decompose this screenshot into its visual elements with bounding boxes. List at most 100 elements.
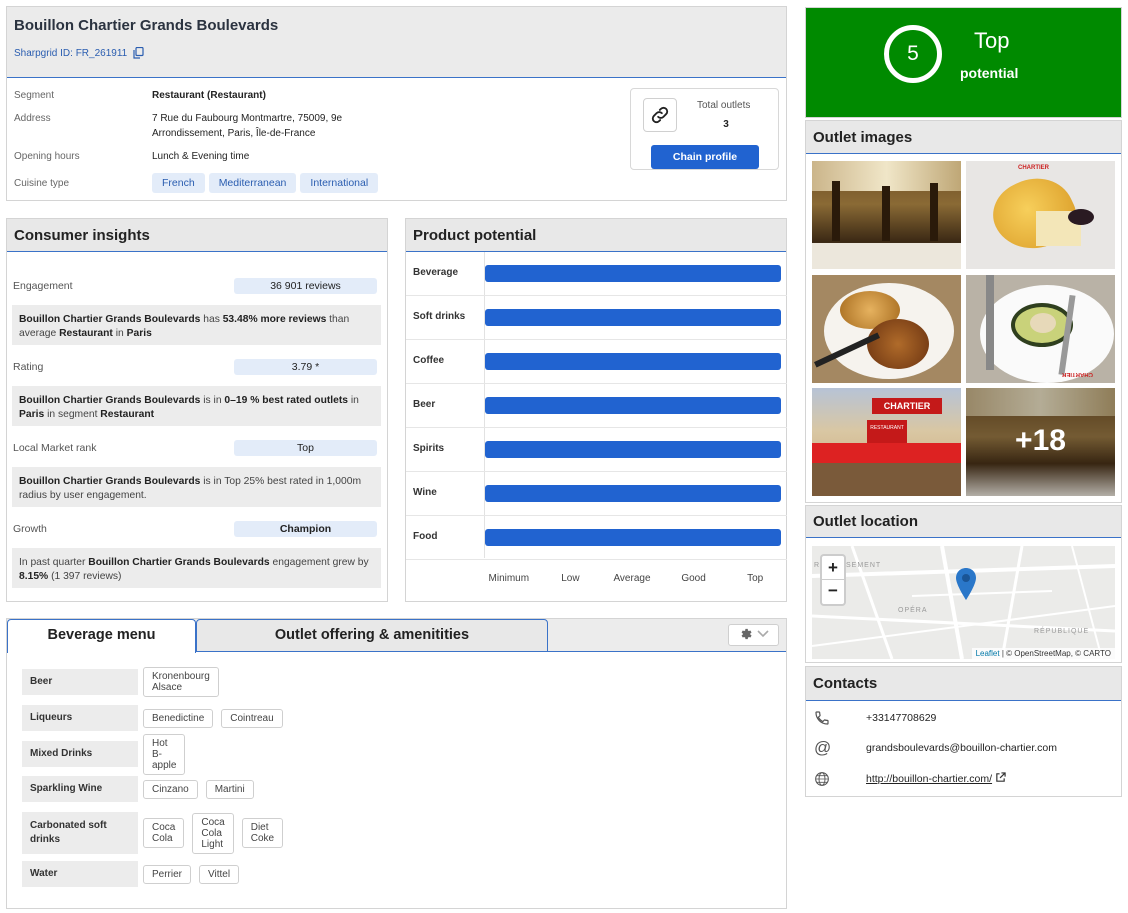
contact-email: @ grandsboulevards@bouillon-chartier.com	[814, 738, 1057, 758]
outlet-photo[interactable]: CHARTIER	[966, 161, 1115, 269]
scale-label: Low	[561, 573, 580, 584]
tab-outlet-offering[interactable]: Outlet offering & amenitities	[196, 619, 548, 652]
zoom-out-button[interactable]: −	[822, 580, 844, 604]
map-label: RÉPUBLIQUE	[1034, 628, 1090, 635]
chain-card: Total outlets 3 Chain profile	[630, 88, 779, 170]
map[interactable]: RO SEMENT OPÉRA RÉPUBLIQUE + − Leaflet |…	[812, 546, 1115, 659]
potential-row: Wine	[406, 472, 787, 516]
gear-icon	[739, 627, 753, 644]
contact-website: http://bouillon-chartier.com/	[814, 769, 1006, 789]
menu-category: Beer	[22, 669, 138, 695]
potential-bar	[485, 353, 781, 370]
rating-text: Bouillon Chartier Grands Boulevards is i…	[12, 386, 381, 426]
menu-item-chip: Kronenbourg Alsace	[143, 667, 219, 697]
potential-row-label: Food	[413, 531, 438, 542]
outlet-info-panel: Bouillon Chartier Grands Boulevards Shar…	[6, 6, 787, 201]
map-pin-icon[interactable]	[956, 568, 976, 600]
outlet-photo[interactable]: CHARTIER	[966, 275, 1115, 383]
potential-scale: Minimum Low Average Good Top	[478, 573, 786, 584]
rating-label: Rating	[13, 361, 44, 373]
map-label: OPÉRA	[898, 607, 928, 614]
at-sign-icon: @	[814, 738, 832, 757]
menu-category: Water	[22, 861, 138, 887]
external-link-icon[interactable]	[995, 772, 1006, 786]
zoom-control: + −	[820, 554, 846, 606]
scale-label: Average	[613, 573, 651, 584]
menu-items: Benedictine Cointreau	[143, 705, 291, 731]
potential-row-label: Spirits	[413, 443, 445, 454]
menu-items: Kronenbourg Alsace	[143, 667, 227, 697]
map-attribution: Leaflet | © OpenStreetMap, © CARTO	[971, 648, 1115, 659]
growth-value: Champion	[234, 521, 377, 537]
total-outlets-label: Total outlets	[697, 100, 751, 111]
outlet-images-title: Outlet images	[806, 121, 1121, 154]
menu-item-chip: Diet Coke	[241, 818, 284, 848]
potential-row: Beer	[406, 384, 787, 428]
engagement-label: Engagement	[13, 280, 73, 292]
plate-sign: CHARTIER	[1018, 165, 1049, 171]
map-label: SEMENT	[846, 562, 882, 569]
potential-bar	[485, 397, 781, 414]
outlet-photo[interactable]	[812, 275, 961, 383]
menu-item-chip: Benedictine	[143, 708, 214, 728]
chain-profile-button[interactable]: Chain profile	[651, 145, 759, 169]
potential-bar	[485, 441, 781, 458]
rank-label: Local Market rank	[13, 442, 97, 454]
outlet-id-label: Sharpgrid ID: FR_261911	[14, 47, 128, 59]
menu-category: Liqueurs	[22, 705, 138, 731]
zoom-in-button[interactable]: +	[822, 556, 844, 580]
more-photos-count: +18	[1015, 424, 1066, 457]
contacts-panel: Contacts +33147708629 @ grandsboulevards…	[805, 666, 1122, 797]
hours-value: Lunch & Evening time	[152, 151, 250, 162]
outlet-photo[interactable]	[812, 161, 961, 269]
growth-label: Growth	[13, 523, 47, 535]
copy-icon[interactable]	[133, 46, 144, 59]
website-link[interactable]: http://bouillon-chartier.com/	[866, 773, 992, 785]
plate-sign: CHARTIER	[1062, 371, 1093, 377]
potential-row: Coffee	[406, 340, 787, 384]
outlet-photo[interactable]: CHARTIER RESTAURANT	[812, 388, 961, 496]
outlet-location-title: Outlet location	[806, 506, 1121, 538]
scale-label: Good	[681, 573, 706, 584]
engagement-text: Bouillon Chartier Grands Boulevards has …	[12, 305, 381, 345]
potential-bar	[485, 309, 781, 326]
chain-link-icon	[643, 98, 677, 132]
phone-icon	[814, 710, 866, 726]
chevron-down-icon	[756, 629, 769, 641]
outlet-photo-more[interactable]: +18	[966, 388, 1115, 496]
segment-label: Segment	[14, 90, 55, 101]
address-label: Address	[14, 113, 51, 124]
potential-row-label: Beer	[413, 399, 436, 410]
settings-dropdown[interactable]	[728, 624, 779, 646]
menu-item-chip: Martini	[205, 779, 254, 799]
menu-item-chip: Vittel	[199, 864, 240, 884]
potential-row-label: Wine	[413, 487, 437, 498]
potential-row: Beverage	[406, 252, 787, 296]
menu-category: Carbonated soft drinks	[22, 812, 138, 854]
cuisine-chip: International	[300, 173, 379, 193]
globe-icon	[814, 771, 866, 787]
attribution-text: | © OpenStreetMap, © CARTO	[999, 649, 1111, 658]
score-line-1: Top	[974, 28, 1010, 53]
outlet-name: Bouillon Chartier Grands Boulevards	[14, 17, 279, 34]
rank-value: Top	[234, 440, 377, 456]
potential-row-label: Soft drinks	[413, 311, 466, 322]
menu-items: Perrier Vittel	[143, 861, 247, 887]
product-potential-title: Product potential	[406, 219, 786, 252]
product-potential-panel: Product potential Beverage Soft drinks Cof…	[405, 218, 787, 602]
tab-beverage-menu[interactable]: Beverage menu	[7, 619, 196, 653]
potential-badge: 5 Top potential	[805, 7, 1122, 118]
potential-row: Food	[406, 516, 787, 560]
outlet-id: Sharpgrid ID: FR_261911	[14, 46, 144, 59]
consumer-insights-panel: Consumer insights Engagement 36 901 revi…	[6, 218, 388, 602]
potential-row-label: Coffee	[413, 355, 445, 366]
menu-panel: Beverage menu Outlet offering & amenitit…	[6, 618, 787, 909]
outlet-images-panel: Outlet images CHARTIER CHARTIER CHARTIER…	[805, 120, 1122, 503]
menu-items: Hot B-apple	[143, 733, 193, 775]
potential-bar	[485, 485, 781, 502]
leaflet-link[interactable]: Leaflet	[976, 649, 1000, 658]
tab-bar: Beverage menu Outlet offering & amenitit…	[7, 619, 786, 653]
rating-value: 3.79 *	[234, 359, 377, 375]
email-value[interactable]: grandsboulevards@bouillon-chartier.com	[866, 742, 1057, 754]
phone-value[interactable]: +33147708629	[866, 712, 936, 724]
